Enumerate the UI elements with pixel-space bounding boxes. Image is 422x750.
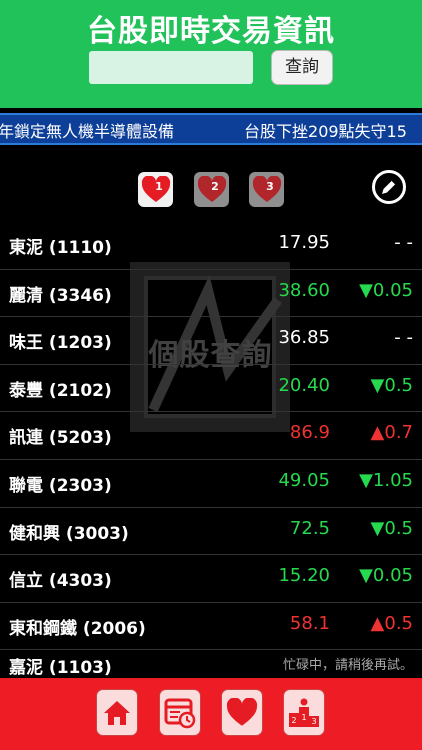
- svg-text:1: 1: [301, 713, 306, 722]
- stock-row[interactable]: 泰豐 (2102) 20.40 ▼0.5: [0, 365, 422, 413]
- stock-name: 味王 (1203): [9, 333, 112, 354]
- search-input[interactable]: [89, 51, 253, 84]
- stock-row[interactable]: 信立 (4303) 15.20 ▼0.05: [0, 555, 422, 603]
- stock-row[interactable]: 麗清 (3346) 38.60 ▼0.05: [0, 270, 422, 318]
- favorite-tab-2[interactable]: 2: [194, 172, 229, 207]
- stock-change: ▼0.05: [359, 279, 413, 301]
- search-button[interactable]: 查詢: [271, 50, 333, 85]
- stock-price: 20.40: [278, 374, 330, 396]
- stock-row[interactable]: 健和興 (3003) 72.5 ▼0.5: [0, 508, 422, 556]
- stock-name: 健和興 (3003): [9, 523, 129, 544]
- stock-change: ▲0.7: [370, 422, 413, 444]
- stock-name: 麗清 (3346): [9, 285, 112, 306]
- stock-price: 15.20: [278, 565, 330, 587]
- favorite-tab-1[interactable]: 1: [138, 172, 173, 207]
- svg-text:3: 3: [311, 717, 316, 726]
- bottom-nav-bar: 1 2 3: [0, 678, 422, 750]
- news-ticker[interactable]: 年鎖定無人機半導體設備 台股下挫209點失守15: [0, 113, 422, 145]
- stock-change: ▼0.5: [370, 374, 413, 396]
- stock-row[interactable]: 東和鋼鐵 (2006) 58.1 ▲0.5: [0, 603, 422, 651]
- ticker-item[interactable]: 年鎖定無人機半導體設備: [0, 118, 174, 142]
- stock-change: ▲0.5: [370, 612, 413, 634]
- news-clock-icon: [164, 698, 196, 728]
- stock-row[interactable]: 訊連 (5203) 86.9 ▲0.7: [0, 412, 422, 460]
- favorite-tab-label: 2: [211, 180, 219, 193]
- stock-name: 東泥 (1110): [9, 238, 112, 258]
- stock-price: 38.60: [278, 279, 330, 301]
- stock-price: 49.05: [278, 469, 330, 491]
- stock-change: ▼0.5: [370, 517, 413, 539]
- heart-icon: 2: [197, 175, 226, 202]
- ranking-button[interactable]: 1 2 3: [283, 689, 325, 736]
- ranking-podium-icon: 1 2 3: [289, 698, 319, 727]
- heart-icon: 3: [252, 175, 281, 202]
- favorite-tab-3[interactable]: 3: [249, 172, 284, 207]
- stock-name: 東和鋼鐵 (2006): [9, 618, 146, 639]
- home-button[interactable]: [96, 689, 138, 736]
- stock-change: - -: [394, 232, 413, 253]
- stock-row[interactable]: 嘉泥 (1103) 忙碌中，請稍後再試。: [0, 650, 422, 678]
- stock-change: ▼1.05: [359, 469, 413, 491]
- stock-name: 訊連 (5203): [9, 428, 112, 449]
- heart-icon: 1: [141, 175, 170, 202]
- favorite-tab-label: 1: [155, 180, 163, 193]
- stock-name: 泰豐 (2102): [9, 380, 112, 401]
- favorite-tab-label: 3: [266, 180, 274, 193]
- stock-list: 東泥 (1110) 17.95 - - 麗清 (3346) 38.60 ▼0.0…: [0, 222, 422, 678]
- stock-row[interactable]: 聯電 (2303) 49.05 ▼1.05: [0, 460, 422, 508]
- app-title: 台股即時交易資訊: [87, 14, 335, 49]
- busy-message: 忙碌中，請稍後再試。: [282, 658, 413, 674]
- stock-name: 嘉泥 (1103): [9, 658, 112, 679]
- favorites-button[interactable]: [221, 689, 263, 736]
- stock-price: 17.95: [278, 232, 330, 253]
- stock-row[interactable]: 味王 (1203) 36.85 - -: [0, 317, 422, 365]
- heart-icon: [226, 697, 258, 726]
- header: 台股即時交易資訊 查詢: [0, 0, 422, 108]
- edit-button[interactable]: [372, 170, 406, 204]
- pencil-icon: [382, 180, 396, 194]
- svg-text:2: 2: [291, 716, 296, 725]
- stock-row[interactable]: 東泥 (1110) 17.95 - -: [0, 222, 422, 270]
- stock-name: 聯電 (2303): [9, 475, 112, 496]
- stock-name: 信立 (4303): [9, 571, 112, 592]
- stock-price: 72.5: [289, 517, 330, 539]
- stock-price: 86.9: [289, 422, 330, 444]
- stock-price: 58.1: [289, 612, 330, 634]
- ticker-item[interactable]: 台股下挫209點失守15: [244, 118, 407, 142]
- stock-price: 36.85: [278, 327, 330, 349]
- ticker-track: 年鎖定無人機半導體設備 台股下挫209點失守15: [0, 118, 422, 142]
- home-icon: [104, 700, 130, 725]
- stock-change: - -: [394, 327, 413, 349]
- news-button[interactable]: [159, 689, 201, 736]
- stock-change: ▼0.05: [359, 565, 413, 587]
